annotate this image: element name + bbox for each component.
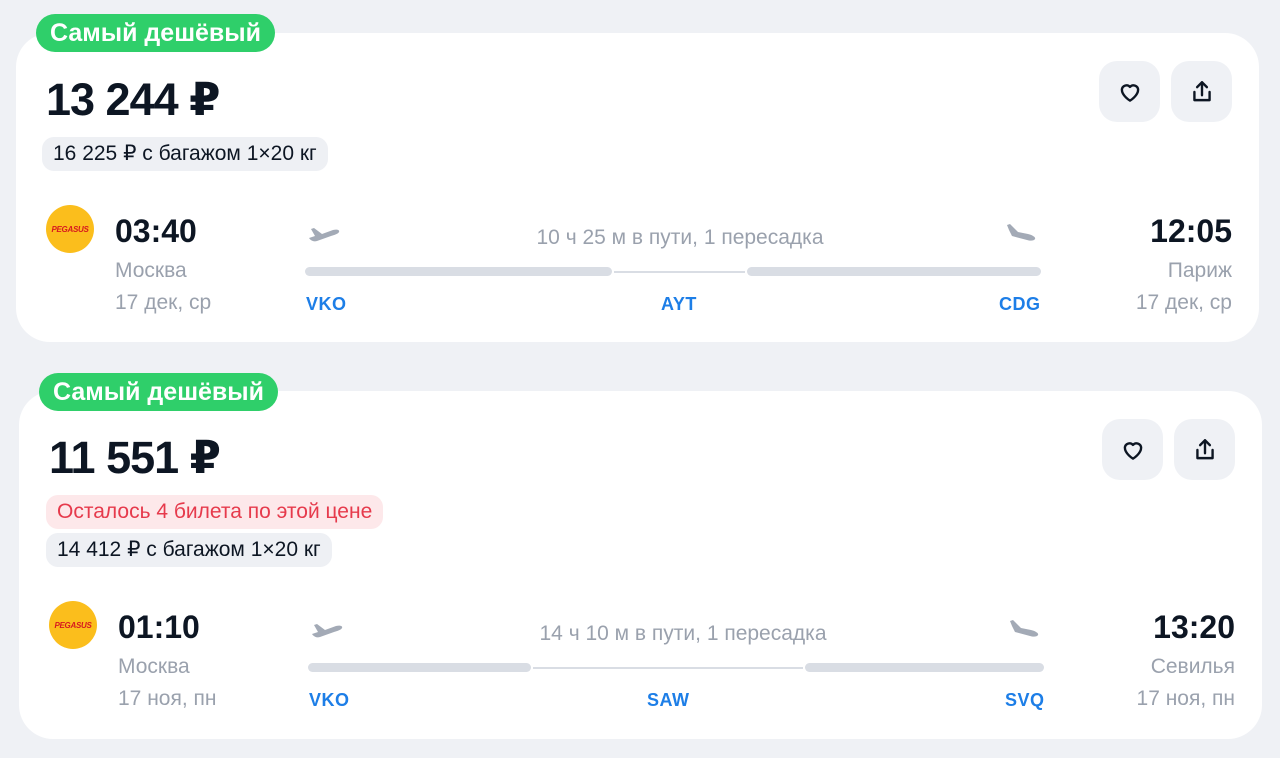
arrival-time: 12:05 — [1150, 213, 1232, 249]
airport-code-layover: AYT — [661, 294, 697, 314]
layover-line — [614, 271, 745, 273]
seats-left-warning: Осталось 4 билета по этой цене — [46, 495, 384, 529]
share-icon — [1192, 80, 1211, 101]
flight-segment-bar — [805, 663, 1044, 672]
arrival-date: 17 дек, ср — [1135, 291, 1232, 314]
airline-logo: PEGASUS — [49, 601, 97, 649]
flight-segment-bar — [305, 267, 612, 276]
cheapest-badge: Самый дешёвый — [39, 373, 279, 411]
favorite-button[interactable] — [1099, 61, 1160, 122]
departure-date: 17 дек, ср — [115, 291, 212, 314]
share-button[interactable] — [1171, 61, 1232, 122]
heart-icon — [1123, 441, 1142, 460]
price: 11 551 ₽ — [49, 432, 221, 483]
flight-segment-bar — [308, 663, 531, 672]
baggage-price: 14 412 ₽ с багажом 1×20 кг — [46, 533, 332, 567]
arrival-city: Севилья — [1150, 655, 1235, 678]
departure-time: 01:10 — [118, 609, 200, 645]
departure-time: 03:40 — [115, 213, 197, 249]
departure-date: 17 ноя, пн — [118, 687, 217, 710]
arrival-date: 17 ноя, пн — [1136, 687, 1235, 710]
share-icon — [1195, 438, 1214, 459]
plane-landing-icon — [1007, 224, 1036, 241]
price: 13 244 ₽ — [46, 74, 220, 125]
arrival-time: 13:20 — [1153, 609, 1235, 645]
airport-code-destination: CDG — [999, 294, 1041, 314]
flight-segment-bar — [747, 267, 1041, 276]
airport-code-destination: SVQ — [1005, 690, 1045, 710]
arrival-city: Париж — [1167, 259, 1232, 282]
airport-code-origin: VKO — [306, 294, 347, 314]
flight-duration: 14 ч 10 м в пути, 1 пересадка — [539, 622, 827, 645]
layover-line — [533, 667, 803, 669]
departure-city: Москва — [115, 259, 187, 282]
airport-code-origin: VKO — [309, 690, 350, 710]
baggage-price: 16 225 ₽ с багажом 1×20 кг — [42, 137, 328, 171]
favorite-button[interactable] — [1102, 419, 1163, 480]
heart-icon — [1120, 83, 1139, 102]
plane-landing-icon — [1010, 620, 1039, 637]
flight-card[interactable]: 13 244 ₽ 16 225 ₽ с багажом 1×20 кг PEGA… — [16, 33, 1259, 342]
share-button[interactable] — [1174, 419, 1235, 480]
flight-card[interactable]: 11 551 ₽ Осталось 4 билета по этой цене … — [19, 391, 1262, 739]
flight-duration: 10 ч 25 м в пути, 1 пересадка — [536, 226, 824, 249]
departure-city: Москва — [118, 655, 190, 678]
airport-code-layover: SAW — [647, 690, 690, 710]
cheapest-badge: Самый дешёвый — [36, 14, 276, 52]
airline-logo: PEGASUS — [46, 205, 94, 253]
